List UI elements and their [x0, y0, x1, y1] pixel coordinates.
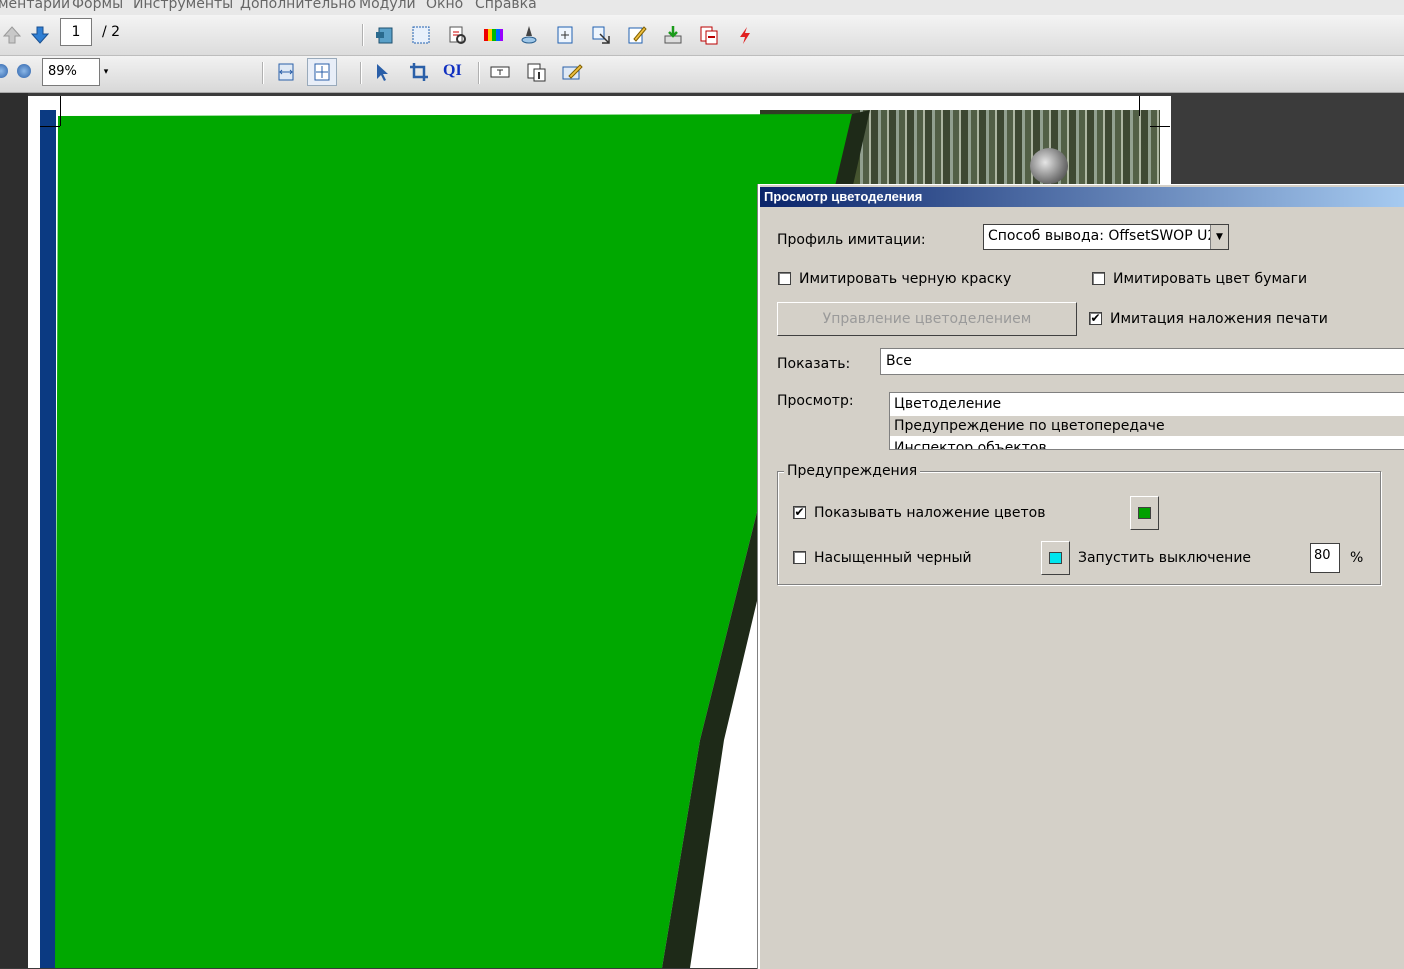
menu-plugins[interactable]: Модули [359, 0, 416, 12]
manage-separations-button[interactable]: Управление цветоделением [777, 302, 1077, 336]
crop-mark [40, 126, 60, 127]
warnings-group [777, 471, 1381, 585]
trim-icon[interactable] [589, 23, 613, 47]
export-icon[interactable] [373, 23, 397, 47]
page-number-icon[interactable] [524, 60, 548, 84]
overprint-color-button[interactable] [1130, 496, 1159, 530]
show-label: Показать: [777, 356, 851, 372]
sim-black-ink-label[interactable]: Имитировать черную краску [799, 271, 1011, 287]
color-bars-icon[interactable] [481, 23, 505, 47]
cover-spine [40, 110, 56, 968]
menu-tools[interactable]: Инструменты [133, 0, 233, 12]
select-frame-icon[interactable] [409, 23, 433, 47]
arrow-up-icon[interactable] [0, 23, 24, 47]
list-item-clip: Инспектор объектов [890, 436, 1404, 449]
overprint-color-swatch [1138, 507, 1151, 519]
list-item-selected[interactable]: Предупреждение по цветопередаче [894, 418, 1165, 434]
profile-value: Способ вывода: OffsetSWOP U28 [988, 228, 1226, 244]
profile-label: Профиль имитации: [777, 232, 926, 248]
edit-icon[interactable] [625, 23, 649, 47]
menu-advanced[interactable]: Дополнительно [240, 0, 356, 12]
crop-mark [1139, 96, 1140, 116]
flash-icon[interactable] [733, 23, 757, 47]
download-icon[interactable] [661, 23, 685, 47]
warnings-group-label: Предупреждения [784, 463, 921, 479]
chevron-down-icon[interactable]: ▾ [100, 64, 112, 80]
rich-black-checkbox[interactable] [793, 551, 806, 564]
preflight-icon[interactable] [445, 23, 469, 47]
text-edit-icon[interactable] [488, 60, 512, 84]
cutoff-percent-input[interactable]: 80 [1310, 543, 1340, 573]
toolbar-separator [262, 62, 264, 84]
rich-black-color-swatch [1049, 552, 1062, 564]
profile-select[interactable]: Способ вывода: OffsetSWOP U28 ▼ [983, 224, 1229, 250]
fit-page-icon[interactable] [307, 58, 337, 86]
menu-window[interactable]: Окно [426, 0, 463, 12]
menu-comments[interactable]: ментарии [0, 0, 70, 12]
ink-icon[interactable] [517, 23, 541, 47]
qi-button[interactable]: QI [443, 62, 462, 80]
list-item[interactable]: Инспектор объектов [894, 440, 1047, 449]
left-gutter [0, 93, 28, 968]
zoom-input[interactable]: 89% [42, 58, 100, 86]
rich-black-label[interactable]: Насыщенный черный [814, 550, 972, 566]
show-overprint-checkbox[interactable]: ✔ [793, 506, 806, 519]
toolbar-separator [478, 62, 480, 84]
show-value: Все [886, 353, 912, 369]
cutoff-label: Запустить выключение [1078, 550, 1252, 566]
cover-photo-trees [860, 110, 1160, 190]
list-item[interactable]: Цветоделение [894, 396, 1001, 412]
preview-label: Просмотр: [777, 393, 854, 409]
page-total-label: / 2 [102, 24, 121, 40]
sim-black-ink-checkbox[interactable] [778, 272, 791, 285]
properties-icon[interactable] [560, 60, 584, 84]
overprint-sim-label[interactable]: Имитация наложения печати [1110, 311, 1328, 327]
show-overprint-label[interactable]: Показывать наложение цветов [814, 505, 1045, 521]
fit-width-icon[interactable] [274, 60, 298, 84]
show-select[interactable]: Все [880, 348, 1404, 375]
crop-mark [60, 96, 61, 126]
menu-help[interactable]: Справка [475, 0, 537, 12]
menu-bar: ментарии Формы Инструменты Дополнительно… [0, 0, 1404, 15]
crop-mark [1150, 126, 1170, 127]
view-toolbar [0, 56, 1404, 93]
sim-paper-color-label[interactable]: Имитировать цвет бумаги [1113, 271, 1307, 287]
overprint-sim-checkbox[interactable]: ✔ [1089, 312, 1102, 325]
toolbar-separator [362, 24, 364, 46]
chevron-down-icon[interactable]: ▼ [1210, 225, 1228, 249]
zoom-in-icon[interactable] [17, 64, 31, 78]
rider-helmet [1030, 148, 1068, 184]
dialog-title[interactable]: Просмотр цветоделения [760, 187, 1404, 207]
toolbar-separator [360, 62, 362, 84]
page-number-input[interactable]: 1 [60, 18, 92, 46]
menu-forms[interactable]: Формы [72, 0, 123, 12]
crop-icon[interactable] [407, 60, 431, 84]
arrow-down-icon[interactable] [28, 23, 52, 47]
rich-black-color-button[interactable] [1041, 541, 1070, 575]
sim-paper-color-checkbox[interactable] [1092, 272, 1105, 285]
crop-marks-icon[interactable] [553, 23, 577, 47]
pointer-icon[interactable] [370, 60, 394, 84]
percent-unit: % [1350, 550, 1364, 566]
pdf-convert-icon[interactable] [697, 23, 721, 47]
